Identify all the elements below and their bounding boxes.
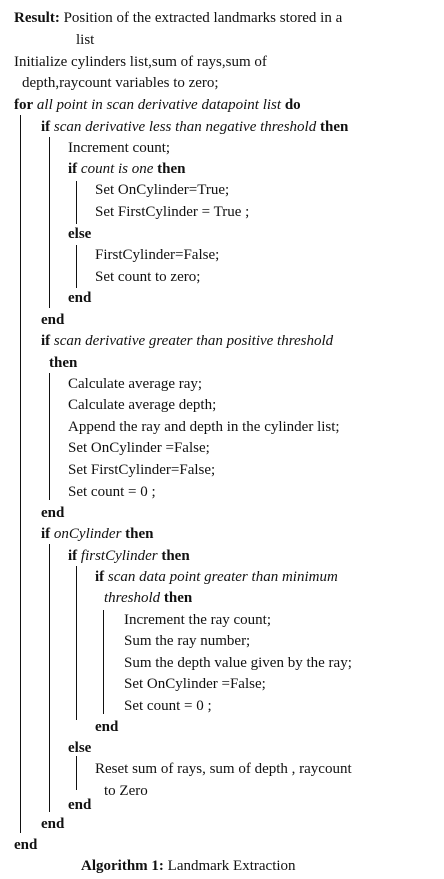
if2-then-bar: [76, 181, 77, 224]
end-line: end: [95, 719, 119, 735]
for-keyword: for: [14, 97, 34, 113]
if-keyword: if: [41, 526, 51, 542]
increment-ray-count-line: Increment the ray count;: [124, 612, 272, 628]
result-text: Position of the extracted landmarks stor…: [63, 10, 343, 26]
reset-line-2: to Zero: [104, 783, 148, 799]
then-line: then: [49, 355, 78, 371]
result-keyword: Result:: [14, 10, 60, 26]
reset-line-1: Reset sum of rays, sum of depth , raycou…: [95, 761, 352, 777]
if-keyword: if: [41, 333, 51, 349]
if-keyword: if: [41, 119, 51, 135]
calc-avg-depth-line: Calculate average depth;: [68, 397, 217, 413]
sum-depth-line: Sum the depth value given by the ray;: [124, 655, 352, 671]
then-keyword: then: [125, 526, 154, 542]
if1-condition: scan derivative less than negative thres…: [53, 119, 317, 135]
then-keyword: then: [163, 590, 193, 606]
if1-block-bar: [49, 137, 50, 308]
firstcylinder-false-line: FirstCylinder=False;: [95, 247, 220, 263]
set-oncylinder-false-line: Set OnCylinder =False;: [68, 440, 210, 456]
end-line: end: [14, 837, 38, 853]
if6-condition: scan data point greater than minimum: [107, 569, 338, 585]
if3-block-bar: [49, 373, 50, 500]
result-line-1: Result: Position of the extracted landma…: [14, 11, 342, 26]
if6-line: if scan data point greater than minimum: [95, 570, 338, 585]
end-line: end: [41, 505, 65, 521]
set-firstcylinder-true-line: Set FirstCylinder = True ;: [95, 204, 250, 220]
if-keyword: if: [68, 161, 78, 177]
if2-line: if count is one then: [68, 162, 186, 177]
if3-line: if scan derivative greater than positive…: [41, 334, 333, 349]
if3-condition: scan derivative greater than positive th…: [53, 333, 334, 349]
do-keyword: do: [284, 97, 301, 113]
if4-line: if onCylinder then: [41, 527, 154, 542]
if4-block-bar: [49, 544, 50, 812]
then-keyword: then: [319, 119, 349, 135]
if2-else-bar: [76, 245, 77, 288]
set-firstcylinder-false-line: Set FirstCylinder=False;: [68, 462, 216, 478]
caption-text: Landmark Extraction: [167, 858, 296, 874]
set-count-zero-line: Set count to zero;: [95, 269, 201, 285]
if6-condition-continued: threshold: [104, 590, 161, 606]
if2-condition: count is one: [80, 161, 154, 177]
init-line-1: Initialize cylinders list,sum of rays,su…: [14, 54, 267, 70]
set-oncylinder-true-line: Set OnCylinder=True;: [95, 182, 230, 198]
set-count-0-line: Set count = 0 ;: [68, 484, 156, 500]
set-oncylinder-false-line: Set OnCylinder =False;: [124, 676, 266, 692]
else-line: else: [68, 740, 92, 756]
if4-condition: onCylinder: [53, 526, 122, 542]
init-line-2: depth,raycount variables to zero;: [22, 75, 219, 91]
caption-label: Algorithm 1:: [81, 858, 164, 874]
for-condition: all point in scan derivative datapoint l…: [36, 97, 282, 113]
if-keyword: if: [95, 569, 105, 585]
increment-count-line: Increment count;: [68, 140, 171, 156]
sum-ray-number-line: Sum the ray number;: [124, 633, 251, 649]
then-keyword: then: [161, 548, 190, 564]
end-line: end: [41, 816, 65, 832]
set-count-0-line: Set count = 0 ;: [124, 698, 212, 714]
for-line: for all point in scan derivative datapoi…: [14, 98, 301, 113]
result-line-2: list: [76, 32, 95, 48]
if5-condition: firstCylinder: [80, 548, 158, 564]
end-line: end: [68, 290, 92, 306]
if5-then-bar: [76, 566, 77, 720]
if6-block-bar: [103, 610, 104, 714]
then-keyword: then: [157, 161, 186, 177]
if1-line: if scan derivative less than negative th…: [41, 120, 348, 135]
if-keyword: if: [68, 548, 78, 564]
calc-avg-ray-line: Calculate average ray;: [68, 376, 203, 392]
else-line: else: [68, 226, 92, 242]
end-line: end: [68, 797, 92, 813]
for-block-bar: [20, 115, 21, 833]
if5-else-bar: [76, 756, 77, 790]
if6-line-2: threshold then: [104, 591, 192, 606]
algorithm-caption: Algorithm 1: Landmark Extraction: [81, 859, 296, 874]
end-line: end: [41, 312, 65, 328]
append-ray-line: Append the ray and depth in the cylinder…: [68, 419, 340, 435]
if5-line: if firstCylinder then: [68, 549, 190, 564]
